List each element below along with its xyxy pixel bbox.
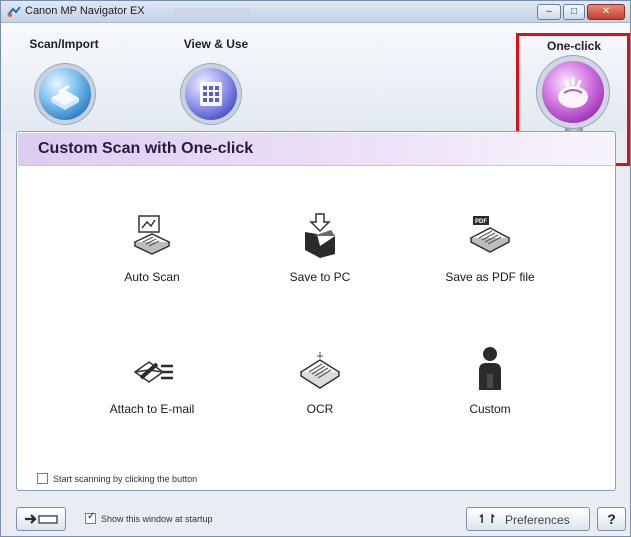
- custom-scan-panel: Custom Scan with One-click Auto Scan Sav…: [16, 131, 616, 491]
- show-window-checkbox[interactable]: [85, 511, 96, 524]
- minimize-button[interactable]: –: [537, 4, 561, 20]
- attach-to-email-label: Attach to E-mail: [109, 402, 195, 416]
- custom-label: Custom: [469, 402, 511, 416]
- pdf-icon: PDF: [469, 216, 511, 253]
- start-scanning-checkbox[interactable]: [37, 473, 48, 484]
- start-scanning-option[interactable]: Start scanning by clicking the button: [37, 473, 197, 484]
- mode-view-use-label: View & Use: [183, 37, 249, 51]
- show-window-label: Show this window at startup: [101, 513, 213, 524]
- show-window-option[interactable]: Show this window at startup: [85, 511, 213, 524]
- attach-to-email-button[interactable]: Attach to E-mail: [67, 344, 237, 416]
- svg-text:PDF: PDF: [475, 219, 487, 225]
- help-icon: ?: [607, 511, 616, 527]
- scanner-icon: [51, 84, 79, 110]
- ocr-label: OCR: [306, 402, 334, 416]
- scan-import-orb-icon[interactable]: [39, 68, 91, 120]
- panel-header: Custom Scan with One-click: [18, 133, 614, 166]
- save-as-pdf-button[interactable]: PDF Save as PDF file: [405, 212, 575, 284]
- start-scanning-label: Start scanning by clicking the button: [53, 473, 198, 484]
- save-to-pc-icon: [305, 213, 335, 258]
- auto-scan-icon: [133, 215, 171, 255]
- panel-title: Custom Scan with One-click: [38, 140, 254, 157]
- ocr-button[interactable]: OCR: [235, 344, 405, 416]
- save-to-pc-button[interactable]: Save to PC: [235, 212, 405, 284]
- title-bar[interactable]: Canon MP Navigator EX – □ ✕: [1, 1, 630, 23]
- mode-scan-import-label: Scan/Import: [29, 37, 99, 51]
- mode-view-use[interactable]: View & Use: [166, 37, 266, 51]
- custom-button[interactable]: Custom: [405, 344, 575, 416]
- save-to-pc-label: Save to PC: [289, 270, 351, 284]
- email-icon: [133, 361, 173, 383]
- close-icon: ✕: [601, 6, 611, 17]
- ocr-icon: [299, 352, 341, 389]
- close-button[interactable]: ✕: [587, 4, 625, 20]
- preferences-button[interactable]: ↿↾ Preferences: [466, 507, 590, 531]
- auto-scan-button[interactable]: Auto Scan: [67, 212, 237, 284]
- help-button[interactable]: ?: [597, 507, 626, 531]
- grid-view-icon: [200, 82, 222, 106]
- minimize-icon: –: [546, 6, 552, 17]
- mode-scan-import[interactable]: Scan/Import: [19, 37, 109, 51]
- window-title: Canon MP Navigator EX: [25, 5, 145, 17]
- preferences-label: Preferences: [505, 513, 570, 527]
- auto-scan-label: Auto Scan: [124, 270, 180, 284]
- preferences-icon: ↿↾: [477, 512, 498, 526]
- app-icon: [7, 6, 21, 17]
- custom-person-icon: [479, 347, 501, 390]
- maximize-icon: □: [570, 6, 578, 17]
- footer-bar: Show this window at startup ↿↾ Preferenc…: [1, 497, 630, 536]
- save-as-pdf-label: Save as PDF file: [445, 270, 535, 284]
- switch-mode-button[interactable]: [16, 507, 66, 531]
- view-use-orb-icon[interactable]: [185, 68, 237, 120]
- app-window: Canon MP Navigator EX – □ ✕ Scan/Import …: [0, 0, 631, 537]
- maximize-button[interactable]: □: [563, 4, 585, 20]
- title-blur: [173, 8, 251, 16]
- arrow-right-icon: [25, 514, 58, 524]
